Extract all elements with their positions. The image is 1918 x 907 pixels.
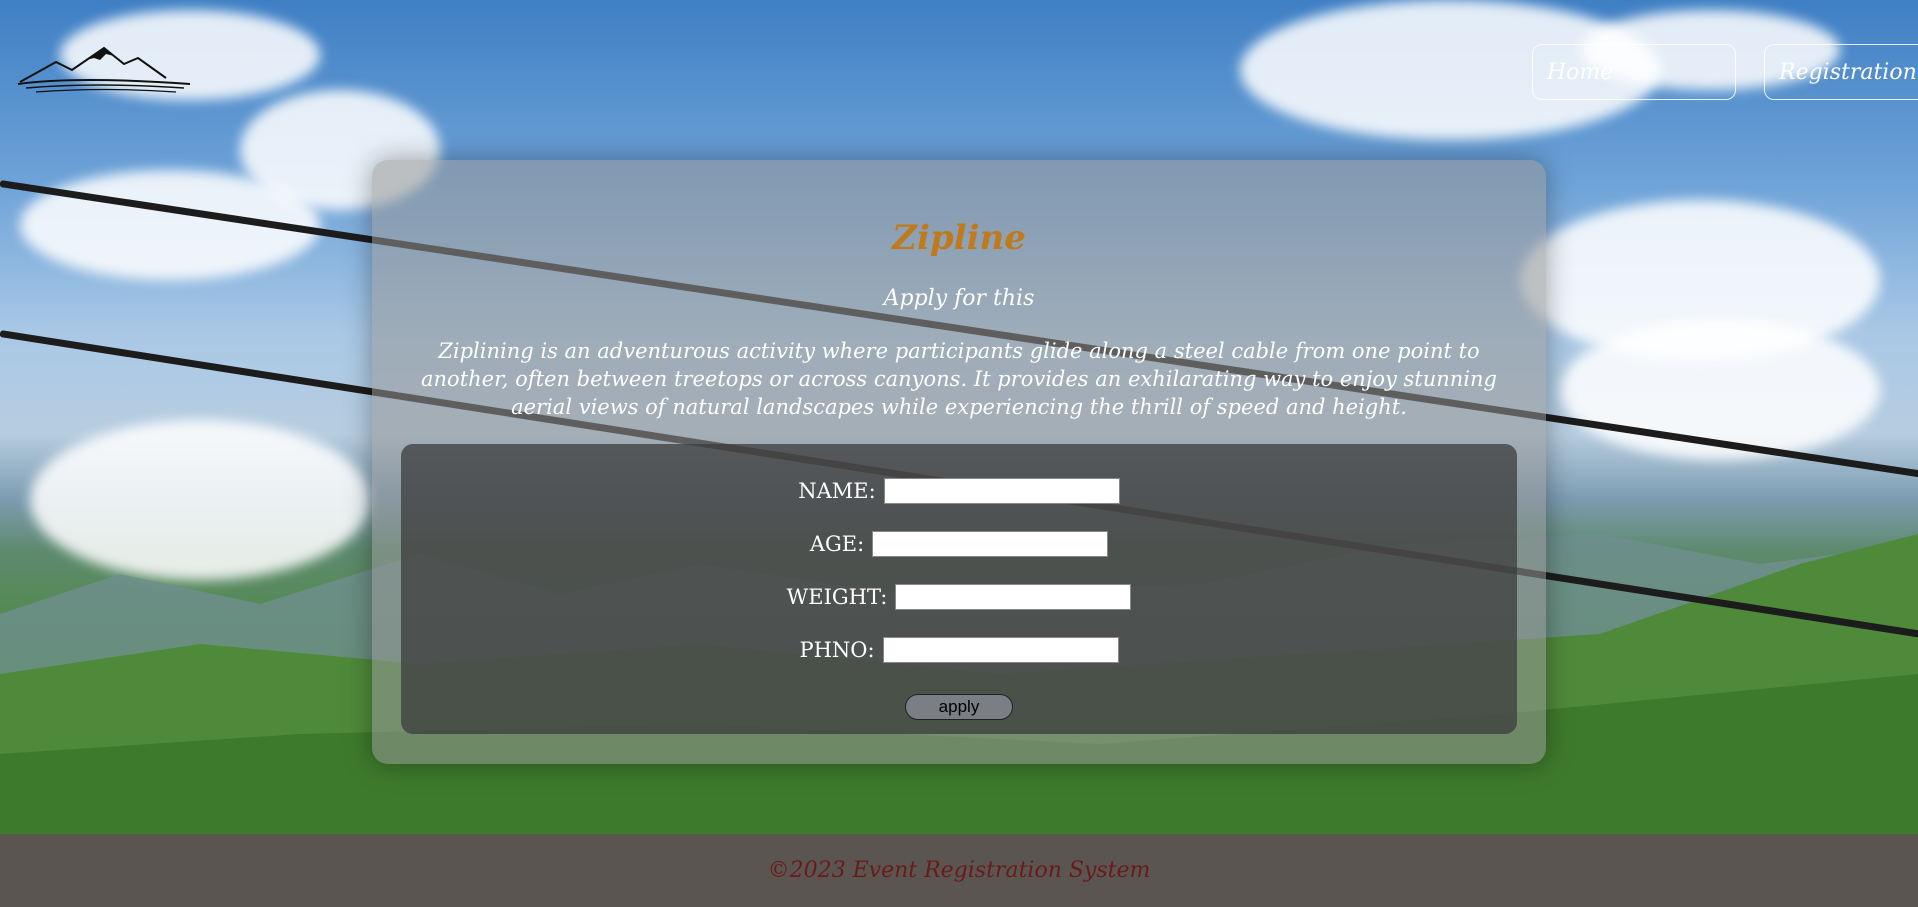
nav-home-button[interactable]: Home — [1532, 44, 1736, 100]
age-input[interactable] — [872, 531, 1109, 557]
weight-label: WEIGHT: — [786, 585, 888, 609]
name-row: NAME: — [401, 478, 1517, 504]
phno-row: PHNO: — [401, 637, 1517, 663]
footer: ©2023 Event Registration System — [0, 834, 1918, 907]
weight-input[interactable] — [895, 584, 1132, 610]
phno-label: PHNO: — [799, 638, 875, 662]
name-input[interactable] — [883, 478, 1120, 504]
event-panel: Zipline Apply for this Ziplining is an a… — [372, 160, 1546, 764]
mountain-logo-icon[interactable] — [16, 44, 192, 94]
event-title: Zipline — [892, 218, 1026, 258]
age-row: AGE: — [401, 531, 1517, 557]
apply-button[interactable]: apply — [905, 694, 1013, 720]
weight-row: WEIGHT: — [401, 584, 1517, 610]
event-description: Ziplining is an adventurous activity whe… — [421, 339, 1497, 419]
nav-registration-button[interactable]: Registration — [1764, 44, 1918, 100]
phno-input[interactable] — [882, 637, 1119, 663]
name-label: NAME: — [798, 479, 876, 503]
age-label: AGE: — [809, 532, 865, 556]
top-nav: Home Registration — [1532, 44, 1918, 100]
event-subtitle: Apply for this — [883, 286, 1035, 311]
registration-form: NAME: AGE: WEIGHT: PHNO: apply — [401, 444, 1517, 734]
footer-text: ©2023 Event Registration System — [767, 858, 1151, 883]
